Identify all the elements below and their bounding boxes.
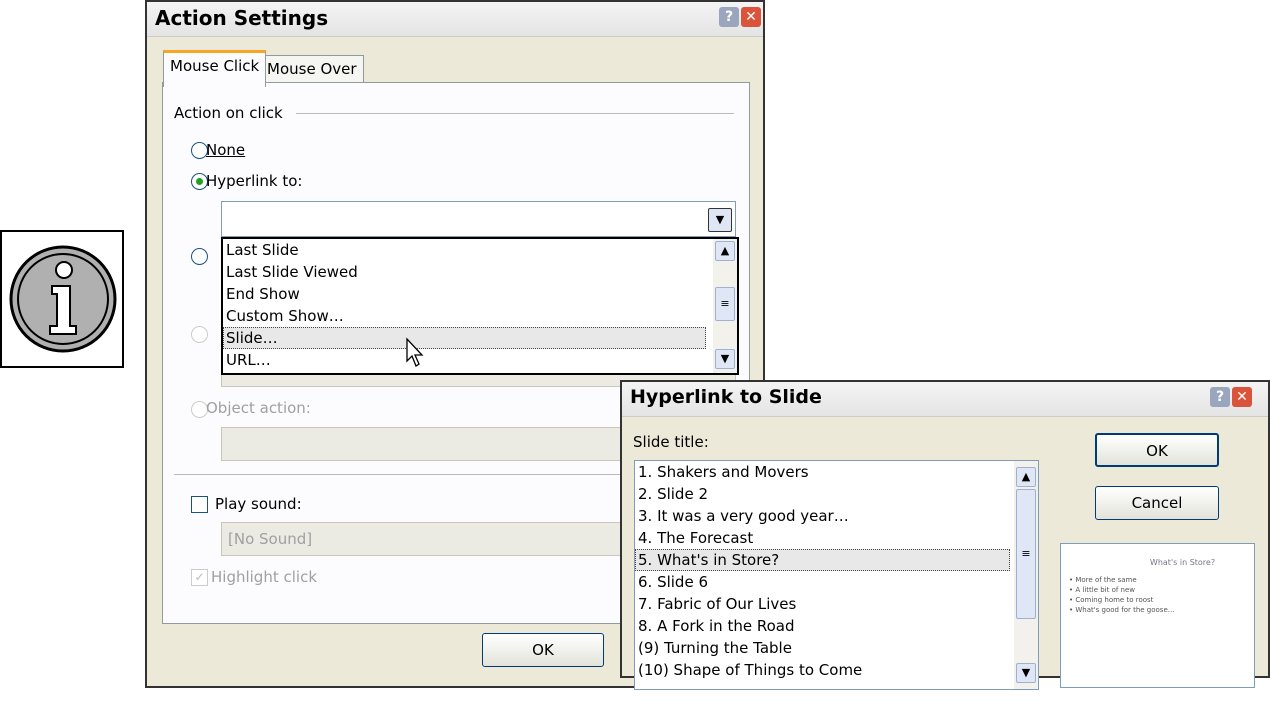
preview-bullet: • A little bit of new: [1069, 586, 1136, 594]
highlight-click-checkbox: ✓: [191, 569, 208, 586]
play-sound-checkbox[interactable]: [191, 496, 208, 513]
scroll-up-icon[interactable]: ▲: [715, 241, 735, 261]
hyperlink-dropdown-list[interactable]: Last Slide Last Slide Viewed End Show Cu…: [221, 237, 739, 375]
scroll-down-icon[interactable]: ▼: [715, 349, 735, 369]
slide-item-selected[interactable]: 5. What's in Store?: [635, 549, 1010, 571]
slide-list[interactable]: 1. Shakers and Movers 2. Slide 2 3. It w…: [634, 460, 1039, 690]
help-button[interactable]: ?: [1210, 387, 1230, 407]
info-icon-box: [0, 230, 124, 368]
radio-run-macro: [191, 326, 208, 343]
slide-item[interactable]: 2. Slide 2: [635, 483, 1038, 505]
label-object-action: Object action:: [206, 399, 311, 417]
slide-preview: What's in Store? • More of the same • A …: [1060, 543, 1255, 688]
dropdown-item-selected[interactable]: Slide…: [223, 327, 706, 349]
title-bar: Action Settings: [147, 2, 763, 37]
scroll-down-icon[interactable]: ▼: [1016, 663, 1036, 683]
dropdown-item[interactable]: End Show: [223, 283, 737, 305]
label-highlight-click: Highlight click: [211, 568, 318, 586]
info-icon: [9, 245, 117, 353]
slide-item[interactable]: 1. Shakers and Movers: [635, 461, 1038, 483]
tab-label: Mouse Click: [170, 57, 260, 75]
label-none: None: [206, 141, 246, 159]
group-label: Action on click: [174, 104, 283, 122]
close-button[interactable]: ✕: [741, 7, 761, 27]
slide-item[interactable]: 8. A Fork in the Road: [635, 615, 1038, 637]
ok-button[interactable]: OK: [482, 633, 604, 667]
title-bar: Hyperlink to Slide: [622, 382, 1268, 417]
scroll-thumb[interactable]: ≡: [715, 287, 735, 321]
radio-run-program[interactable]: [191, 248, 208, 265]
dropdown-item[interactable]: Last Slide Viewed: [223, 261, 737, 283]
scroll-up-icon[interactable]: ▲: [1016, 467, 1036, 487]
radio-selected-dot: [196, 178, 203, 185]
scroll-thumb[interactable]: ≡: [1016, 489, 1036, 619]
dropdown-item[interactable]: Last Slide: [223, 239, 737, 261]
scrollbar[interactable]: ▲ ≡ ▼: [1014, 461, 1038, 689]
close-button[interactable]: ✕: [1232, 387, 1252, 407]
group-divider: [296, 113, 734, 114]
sound-value: [No Sound]: [228, 530, 313, 548]
ok-button[interactable]: OK: [1095, 433, 1219, 467]
scrollbar[interactable]: ▲ ≡ ▼: [713, 239, 737, 373]
slide-item[interactable]: (9) Turning the Table: [635, 637, 1038, 659]
dropdown-item[interactable]: Custom Show…: [223, 305, 737, 327]
slide-item[interactable]: (10) Shape of Things to Come: [635, 659, 1038, 681]
tab-mouse-click[interactable]: Mouse Click: [163, 50, 267, 87]
tab-label: Mouse Over: [267, 60, 357, 78]
preview-bullet: • What's good for the goose…: [1069, 606, 1175, 614]
dialog-title: Action Settings: [155, 6, 329, 30]
chevron-down-icon[interactable]: ▼: [708, 208, 732, 232]
preview-bullet: • Coming home to roost: [1069, 596, 1154, 604]
slide-item[interactable]: 4. The Forecast: [635, 527, 1038, 549]
preview-bullet: • More of the same: [1069, 576, 1137, 584]
mouse-cursor-icon: [406, 337, 424, 367]
dropdown-item[interactable]: URL…: [223, 349, 737, 371]
hyperlink-combobox[interactable]: [221, 201, 736, 237]
help-button[interactable]: ?: [719, 7, 739, 27]
dialog-title: Hyperlink to Slide: [630, 386, 822, 408]
label-hyperlink: Hyperlink to:: [206, 172, 303, 190]
slide-item[interactable]: 3. It was a very good year…: [635, 505, 1038, 527]
slide-item[interactable]: 6. Slide 6: [635, 571, 1038, 593]
slide-title-label: Slide title:: [633, 433, 709, 451]
preview-title: What's in Store?: [1149, 558, 1216, 567]
cancel-button[interactable]: Cancel: [1095, 486, 1219, 520]
slide-item[interactable]: 7. Fabric of Our Lives: [635, 593, 1038, 615]
label-play-sound: Play sound:: [215, 495, 302, 513]
